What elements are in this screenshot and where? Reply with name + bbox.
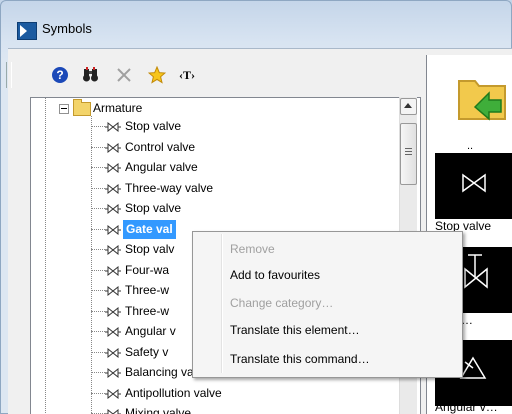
tree-branch-line [91,126,105,127]
folder-icon [73,99,91,116]
app-icon [17,22,37,40]
valve-icon [105,142,121,153]
valve-icon [105,204,121,214]
tree-item-symbol[interactable]: Stop valve [31,199,411,218]
tree-item-symbol[interactable]: Three-way valve [31,179,411,198]
valve-icon [105,388,121,399]
tree-item-label: Antipollution valve [125,385,222,400]
tree-item-symbol[interactable]: Mixing valve [31,404,411,414]
parent-folder-label: .. [466,140,474,152]
tree-item-label: Three-way valve [125,180,214,195]
toolbar-grip[interactable] [6,62,12,88]
symbols-window: Symbols ? ‹T› Armature Stop valve Contro… [0,0,512,414]
valve-icon [105,286,121,296]
scroll-grip-icon [405,148,412,156]
tree-branch-line [91,392,105,394]
tree-branch-line [91,372,105,373]
tree-item-symbol[interactable]: Angular valve [31,158,411,177]
tree-item-label: Control valve [125,139,196,154]
folder-up-icon [458,80,506,121]
tree-item-label: Three-w [125,303,170,318]
help-icon: ? [52,67,68,83]
tree-branch-line [91,228,105,230]
menu-icon-gutter [221,234,223,373]
tree-item-label: Angular v [125,324,176,338]
valve-icon [105,163,121,173]
scroll-up-button[interactable] [400,98,417,115]
menu-item-translate-command[interactable]: Translate this command… [230,349,370,369]
tree-branch-line [91,146,105,148]
tree-branch-line [91,187,105,189]
translate-text-button[interactable]: ‹T› [176,64,198,86]
valve-icon [105,245,121,255]
menu-item-change-category[interactable]: Change category… [230,293,333,313]
valve-icon [105,183,121,194]
tree-item-label: Stop valve [125,201,182,215]
valve-icon [105,409,121,414]
context-menu: Remove Add to favourites Change category… [192,231,463,378]
menu-item-remove[interactable]: Remove [230,239,275,259]
tree-item-symbol[interactable]: Antipollution valve [31,384,411,403]
tree-item-armature[interactable]: Armature [31,99,391,118]
tree-item-label: Armature [93,101,143,115]
tree-branch-line [91,249,105,250]
tree-item-symbol[interactable]: Stop valve [31,117,411,136]
menu-item-add-to-favourites[interactable]: Add to favourites [230,265,320,285]
tree-branch-line [91,167,105,168]
tree-item-label: Safety v [125,344,169,359]
tree-branch-line [91,351,105,353]
tree-item-label: Stop valve [125,119,182,133]
valve-icon [105,347,121,358]
tree-item-label: Gate val [123,219,176,239]
tree-item-symbol[interactable]: Control valve [31,138,411,157]
valve-icon [105,327,121,337]
stop-valve-symbol-icon [462,173,486,193]
window-title: Symbols [42,21,92,36]
valve-icon [105,224,121,235]
tree-item-label: Three-w [125,283,170,297]
tree-branch-line [91,331,105,332]
menu-item-translate-element[interactable]: Translate this element… [230,320,360,340]
valve-icon [105,306,121,317]
tree-branch-line [91,269,105,271]
valve-icon [105,122,121,132]
find-button[interactable] [80,64,102,86]
symbol-tile-label: Angular v… [435,400,498,414]
binoculars-icon [83,67,98,82]
favourite-button[interactable] [146,64,168,86]
parent-folder-tile[interactable]: .. [435,59,512,152]
scroll-thumb[interactable] [400,123,417,185]
star-icon [148,66,166,84]
tree-item-label: Mixing valve [125,406,192,414]
tree-item-label: Stop valv [125,242,175,256]
symbol-tile[interactable] [435,153,512,219]
tree-branch-line [91,290,105,291]
help-button[interactable]: ? [49,64,71,86]
delete-button[interactable] [113,64,135,86]
valve-icon [105,265,121,276]
tree-item-label: Angular valve [125,160,198,174]
close-icon [117,68,131,82]
tree-item-label: Four-wa [125,262,170,277]
tree-branch-line [91,310,105,312]
tree-branch-line [91,208,105,209]
collapse-icon[interactable] [59,104,69,114]
valve-icon [105,368,121,378]
